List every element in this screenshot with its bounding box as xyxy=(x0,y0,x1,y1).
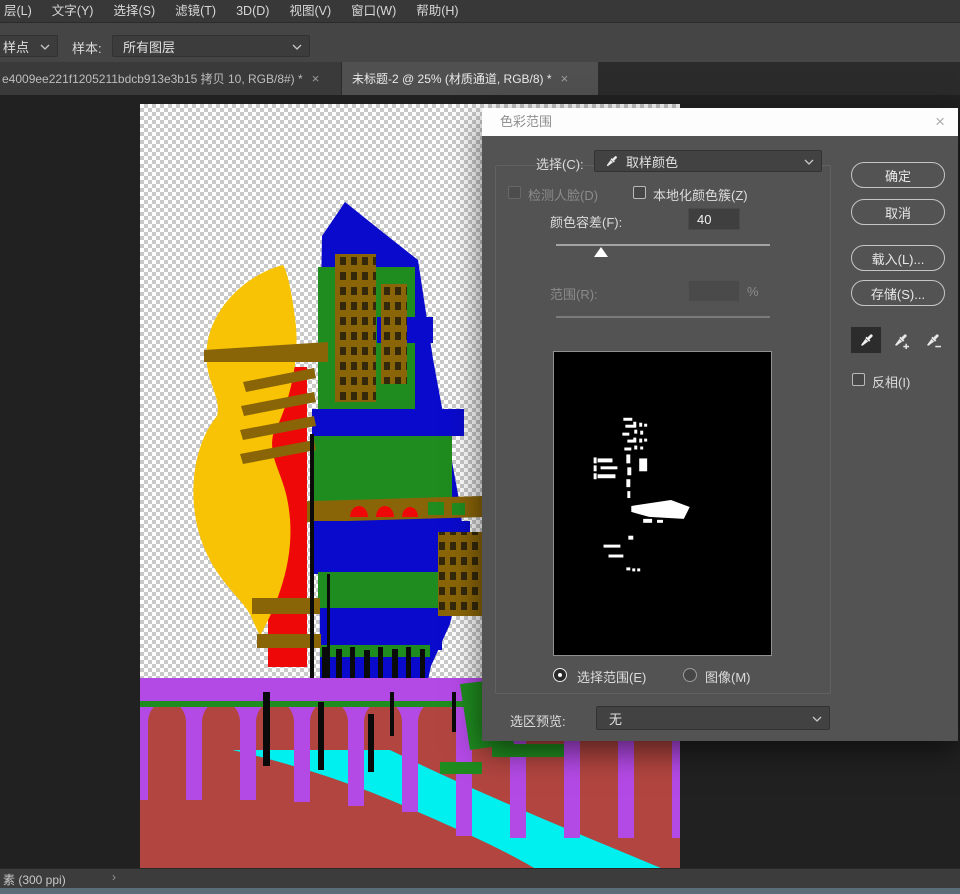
detect-faces-label: 检测人脸(D) xyxy=(528,185,598,204)
sample-size-dropdown[interactable]: 样点 xyxy=(0,35,58,57)
eyedropper-sample-button[interactable] xyxy=(851,327,881,353)
range-input xyxy=(688,280,740,302)
select-label: 选择(C): xyxy=(536,154,584,173)
tab-document-2-active[interactable]: 未标题-2 @ 25% (材质通道, RGB/8) * × xyxy=(342,62,598,95)
tab-document-1[interactable]: e4009ee221f1205211bdcb913e3b15 拷贝 10, RG… xyxy=(0,62,341,95)
eyedropper-icon xyxy=(604,154,619,169)
tool-options-bar: 样点 样本: 所有图层 xyxy=(0,22,960,62)
chevron-down-icon xyxy=(40,37,50,55)
select-dropdown[interactable]: 取样颜色 xyxy=(594,150,822,172)
fuzziness-slider-track[interactable] xyxy=(556,244,770,246)
eyedropper-icon xyxy=(858,332,875,349)
selection-radio[interactable] xyxy=(553,668,567,682)
range-unit: % xyxy=(747,284,759,299)
fuzziness-input[interactable] xyxy=(688,208,740,230)
invert-label: 反相(I) xyxy=(872,372,910,391)
dialog-title: 色彩范围 xyxy=(500,108,552,136)
save-button[interactable]: 存储(S)... xyxy=(851,280,945,306)
sample-layers-value: 所有图层 xyxy=(113,37,175,56)
eyedropper-minus-icon xyxy=(924,332,941,349)
menu-item-help[interactable]: 帮助(H) xyxy=(412,0,474,22)
cancel-label: 取消 xyxy=(885,203,911,222)
menu-item-window[interactable]: 窗口(W) xyxy=(347,0,412,22)
fuzziness-label: 颜色容差(F): xyxy=(550,212,622,231)
tab-close-icon[interactable]: × xyxy=(312,71,320,86)
eyedropper-plus-icon xyxy=(892,332,909,349)
bottom-edge-strip xyxy=(0,888,960,894)
menu-item-type[interactable]: 文字(Y) xyxy=(48,0,110,22)
dialog-close-icon[interactable]: × xyxy=(935,108,945,136)
save-label: 存储(S)... xyxy=(871,284,925,303)
invert-checkbox[interactable] xyxy=(852,373,865,386)
ok-button[interactable]: 确定 xyxy=(851,162,945,188)
load-button[interactable]: 载入(L)... xyxy=(851,245,945,271)
load-label: 载入(L)... xyxy=(872,249,925,268)
tab-title: 未标题-2 @ 25% (材质通道, RGB/8) * xyxy=(352,70,552,87)
sample-layers-dropdown[interactable]: 所有图层 xyxy=(112,35,310,57)
document-tab-bar: e4009ee221f1205211bdcb913e3b15 拷贝 10, RG… xyxy=(0,62,960,95)
selection-mask-marks xyxy=(554,352,771,655)
tab-close-icon[interactable]: × xyxy=(561,71,569,86)
selection-preview-label: 选区预览: xyxy=(510,711,566,730)
tab-title: e4009ee221f1205211bdcb913e3b15 拷贝 10, RG… xyxy=(2,70,303,87)
menu-item-view[interactable]: 视图(V) xyxy=(285,0,347,22)
range-label: 范围(R): xyxy=(550,284,598,303)
menu-item-select[interactable]: 选择(S) xyxy=(109,0,171,22)
image-radio[interactable] xyxy=(683,668,697,682)
eyedropper-subtract-button[interactable] xyxy=(918,327,946,353)
select-value: 取样颜色 xyxy=(619,152,678,171)
left-structure-shapes xyxy=(193,265,328,667)
chevron-down-icon xyxy=(804,152,814,170)
image-radio-label: 图像(M) xyxy=(705,667,751,686)
range-slider-track xyxy=(556,316,770,318)
cancel-button[interactable]: 取消 xyxy=(851,199,945,225)
menu-bar: 层(L) 文字(Y) 选择(S) 滤镜(T) 3D(D) 视图(V) 窗口(W)… xyxy=(0,0,960,22)
selection-preview-thumbnail xyxy=(553,351,772,656)
menu-item-layer[interactable]: 层(L) xyxy=(0,0,48,22)
status-bar: 素 (300 ppi) › xyxy=(0,868,960,888)
selection-preview-value: 无 xyxy=(597,709,622,728)
localized-clusters-label: 本地化颜色簇(Z) xyxy=(653,185,748,204)
chevron-down-icon xyxy=(812,709,822,727)
detect-faces-checkbox xyxy=(508,186,521,199)
ok-label: 确定 xyxy=(885,166,911,185)
dialog-titlebar[interactable]: 色彩范围 × xyxy=(482,108,958,136)
chevron-down-icon xyxy=(292,37,302,55)
fuzziness-slider-thumb[interactable] xyxy=(594,247,608,257)
menu-item-filter[interactable]: 滤镜(T) xyxy=(171,0,232,22)
menu-item-3d[interactable]: 3D(D) xyxy=(232,0,285,22)
status-chevron-icon[interactable]: › xyxy=(112,870,116,884)
selection-radio-label: 选择范围(E) xyxy=(577,667,646,686)
status-text: 素 (300 ppi) xyxy=(3,871,66,888)
selection-preview-dropdown[interactable]: 无 xyxy=(596,706,830,730)
localized-clusters-checkbox[interactable] xyxy=(633,186,646,199)
eyedropper-add-button[interactable] xyxy=(885,327,915,353)
sample-label: 样本: xyxy=(72,38,102,57)
sample-size-value: 样点 xyxy=(0,37,29,56)
color-range-dialog: 色彩范围 × 选择(C): 取样颜色 检测人脸(D) 本地化颜色簇(Z) 颜色容… xyxy=(482,108,958,741)
